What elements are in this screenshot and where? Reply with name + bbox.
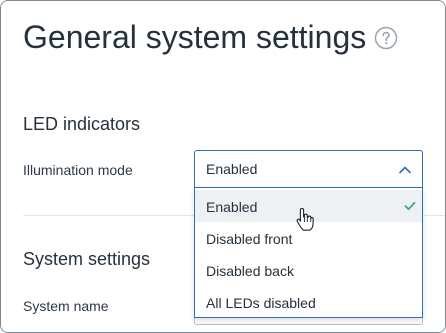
- option-label: Enabled: [206, 199, 258, 215]
- option-all-leds-disabled[interactable]: All LEDs disabled: [195, 286, 422, 318]
- illumination-mode-label: Illumination mode: [23, 162, 133, 178]
- page-header: General system settings: [1, 1, 445, 73]
- system-section-title: System settings: [23, 249, 151, 269]
- hand-cursor-icon: [296, 207, 314, 231]
- page-title: General system settings: [23, 19, 367, 55]
- chevron-up-icon[interactable]: [398, 163, 412, 177]
- select-value: Enabled: [206, 161, 258, 177]
- illumination-mode-select[interactable]: Enabled: [194, 150, 423, 188]
- option-disabled-back[interactable]: Disabled back: [195, 254, 422, 286]
- check-icon: [404, 201, 416, 211]
- option-label: Disabled front: [206, 231, 293, 247]
- help-icon[interactable]: [374, 26, 398, 50]
- settings-window: General system settings LED indicators I…: [0, 0, 446, 333]
- system-name-label: System name: [23, 298, 109, 314]
- led-section-title: LED indicators: [23, 114, 141, 134]
- option-label: Disabled back: [206, 263, 294, 279]
- option-label: All LEDs disabled: [206, 295, 316, 311]
